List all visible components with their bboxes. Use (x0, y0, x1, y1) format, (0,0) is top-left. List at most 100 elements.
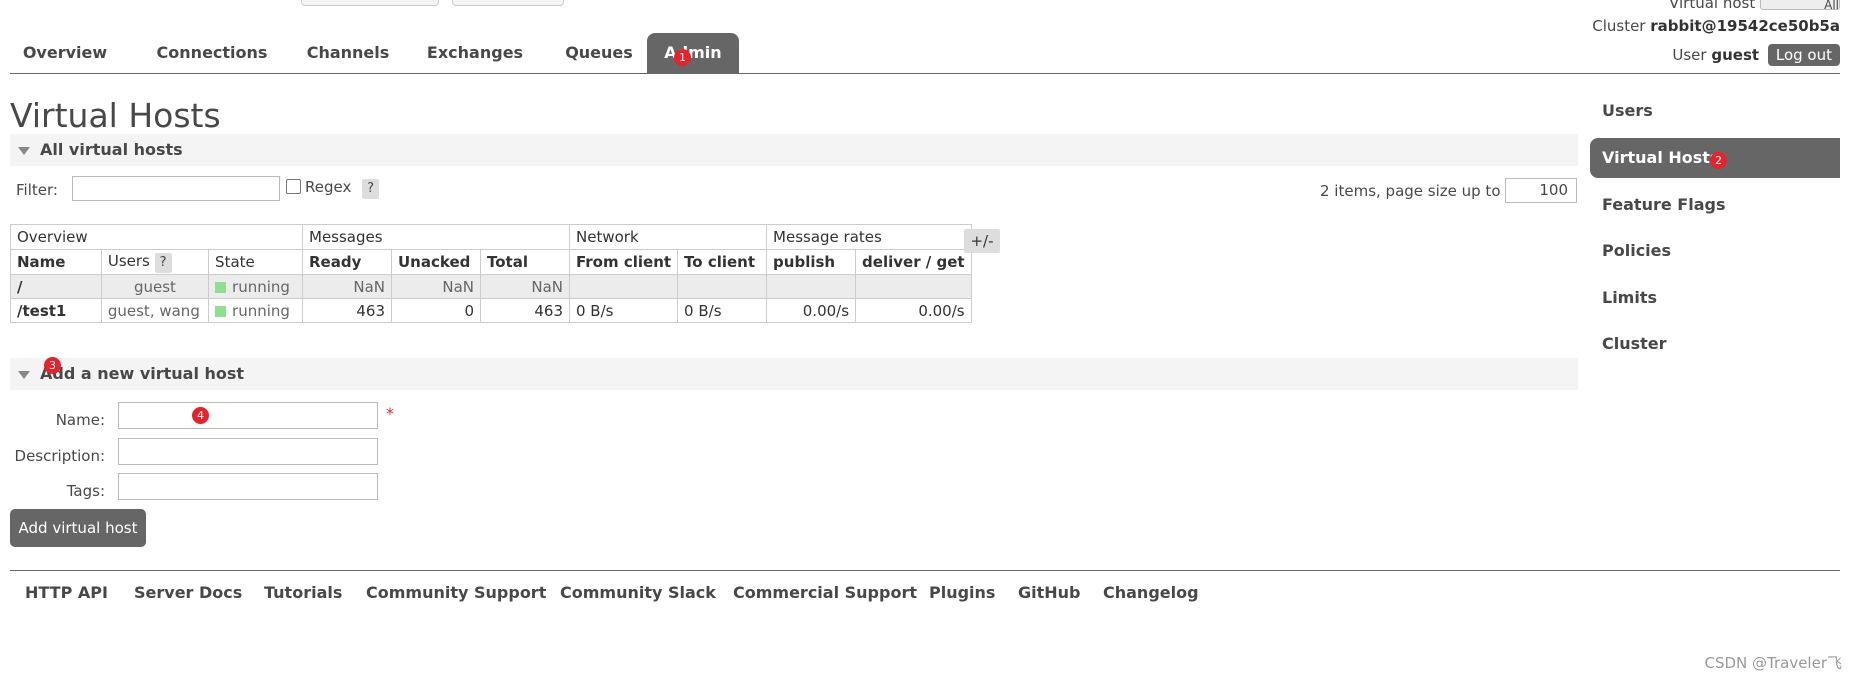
required-marker: * (386, 404, 394, 423)
sidebar-item-virtual-hosts[interactable]: Virtual Hosts 2 (1590, 138, 1840, 178)
unacked-value: 0 (391, 298, 481, 323)
name-label: Name: (55, 411, 105, 429)
col-unacked[interactable]: Unacked (391, 249, 481, 275)
col-deliver-get[interactable]: deliver / get (855, 249, 972, 275)
add-virtual-host-header[interactable]: Add a new virtual host (10, 358, 1578, 390)
tab-connections[interactable]: Connections (152, 33, 272, 73)
sidebar-item-cluster[interactable]: Cluster (1590, 324, 1840, 364)
page-title: Virtual Hosts (10, 96, 221, 135)
col-state[interactable]: State (208, 249, 303, 275)
regex-checkbox[interactable] (286, 179, 301, 194)
table-group-row: Overview Messages Network Message rates (10, 224, 972, 250)
sidebar-item-feature-flags[interactable]: Feature Flags (1590, 185, 1840, 225)
sidebar-item-users[interactable]: Users (1590, 91, 1840, 131)
to-client-value: 0 B/s (677, 298, 768, 323)
virtual-host-select[interactable]: All (1760, 0, 1840, 12)
annotation-badge-3: 3 (44, 357, 61, 374)
deliver-get-value: 0.00/s (855, 298, 972, 323)
footer: HTTP API Server Docs Tutorials Community… (10, 570, 1840, 615)
vhost-users: guest, wang (100, 298, 210, 323)
vhost-tags-input[interactable] (118, 473, 378, 500)
total-value: NaN (480, 274, 570, 299)
collapse-triangle-icon (18, 146, 30, 155)
col-publish[interactable]: publish (766, 249, 857, 275)
filter-input[interactable] (72, 176, 280, 201)
regex-option: Regex ? (286, 178, 380, 199)
footer-link-tutorials[interactable]: Tutorials (264, 583, 342, 602)
publish-value (766, 274, 857, 299)
virtual-host-label: Virtual host (1669, 0, 1756, 12)
virtual-host-selector: Virtual host All (1669, 0, 1840, 12)
ready-value: NaN (302, 274, 392, 299)
tab-exchanges[interactable]: Exchanges (420, 33, 530, 73)
group-message-rates: Message rates (766, 224, 972, 250)
vhost-description-input[interactable] (118, 438, 378, 465)
filter-label: Filter: (16, 181, 58, 199)
header-control-cut[interactable] (452, 0, 564, 6)
sidebar-item-label: Virtual Hosts (1602, 148, 1720, 167)
vhost-state: running (208, 274, 303, 299)
footer-link-commercial-support[interactable]: Commercial Support (733, 583, 917, 602)
virtual-hosts-table: Overview Messages Network Message rates … (10, 224, 972, 323)
publish-value: 0.00/s (766, 298, 857, 323)
deliver-get-value (855, 274, 972, 299)
annotation-badge-1: 1 (674, 49, 691, 66)
to-client-value (677, 274, 768, 299)
vhost-name-link[interactable]: / (10, 274, 102, 299)
description-label: Description: (14, 447, 105, 465)
running-status-icon (215, 305, 227, 317)
footer-link-changelog[interactable]: Changelog (1103, 583, 1199, 602)
users-help-button[interactable]: ? (154, 252, 172, 273)
col-ready[interactable]: Ready (302, 249, 392, 275)
vhost-name-input[interactable] (118, 402, 378, 429)
tab-queues[interactable]: Queues (555, 33, 643, 73)
page-size-input[interactable]: 100 (1505, 178, 1577, 203)
group-overview: Overview (10, 224, 303, 250)
col-to-client[interactable]: To client (677, 249, 768, 275)
regex-help-button[interactable]: ? (362, 179, 380, 199)
watermark: CSDN @Traveler飞 (1704, 654, 1842, 672)
footer-link-http-api[interactable]: HTTP API (25, 583, 108, 602)
sidebar-item-policies[interactable]: Policies (1590, 231, 1840, 271)
table-row[interactable]: / guest running NaN NaN NaN (10, 274, 972, 299)
footer-link-server-docs[interactable]: Server Docs (134, 583, 242, 602)
annotation-badge-2: 2 (1710, 152, 1727, 169)
group-network: Network (568, 224, 768, 250)
main-nav: Overview Connections Channels Exchanges … (10, 33, 1840, 74)
col-total[interactable]: Total (480, 249, 570, 275)
toggle-columns-button[interactable]: +/- (964, 229, 1000, 253)
from-client-value (568, 274, 679, 299)
tab-overview[interactable]: Overview (20, 33, 110, 73)
all-virtual-hosts-header[interactable]: All virtual hosts (10, 134, 1578, 166)
unacked-value: NaN (391, 274, 481, 299)
from-client-value: 0 B/s (568, 298, 679, 323)
group-messages: Messages (302, 224, 570, 250)
vhost-name-link[interactable]: /test1 (10, 298, 102, 323)
vhost-users: guest (100, 274, 210, 299)
section-title: All virtual hosts (40, 140, 183, 159)
add-virtual-host-button[interactable]: Add virtual host (10, 509, 146, 547)
table-row[interactable]: /test1 guest, wang running 463 0 463 0 B… (10, 298, 972, 323)
footer-link-plugins[interactable]: Plugins (929, 583, 995, 602)
tab-admin[interactable]: Admin 1 (647, 33, 739, 73)
running-status-icon (215, 281, 227, 293)
collapse-triangle-icon (18, 370, 30, 379)
items-count-text: 2 items, page size up to (1320, 182, 1501, 200)
header-control-cut[interactable] (301, 0, 439, 6)
footer-link-community-slack[interactable]: Community Slack (560, 583, 716, 602)
total-value: 463 (480, 298, 570, 323)
col-name[interactable]: Name (10, 249, 102, 275)
tags-label: Tags: (66, 482, 105, 500)
tab-channels[interactable]: Channels (298, 33, 398, 73)
regex-label: Regex (305, 178, 352, 196)
table-header-row: Name Users ? State Ready Unacked Total F… (10, 249, 972, 275)
sidebar-item-limits[interactable]: Limits (1590, 278, 1840, 318)
section-title: Add a new virtual host (40, 364, 245, 383)
footer-link-github[interactable]: GitHub (1018, 583, 1081, 602)
col-from-client[interactable]: From client (568, 249, 679, 275)
footer-link-community-support[interactable]: Community Support (366, 583, 546, 602)
ready-value: 463 (302, 298, 392, 323)
vhost-state: running (208, 298, 303, 323)
col-users[interactable]: Users ? (100, 249, 210, 275)
annotation-badge-4: 4 (192, 407, 209, 424)
